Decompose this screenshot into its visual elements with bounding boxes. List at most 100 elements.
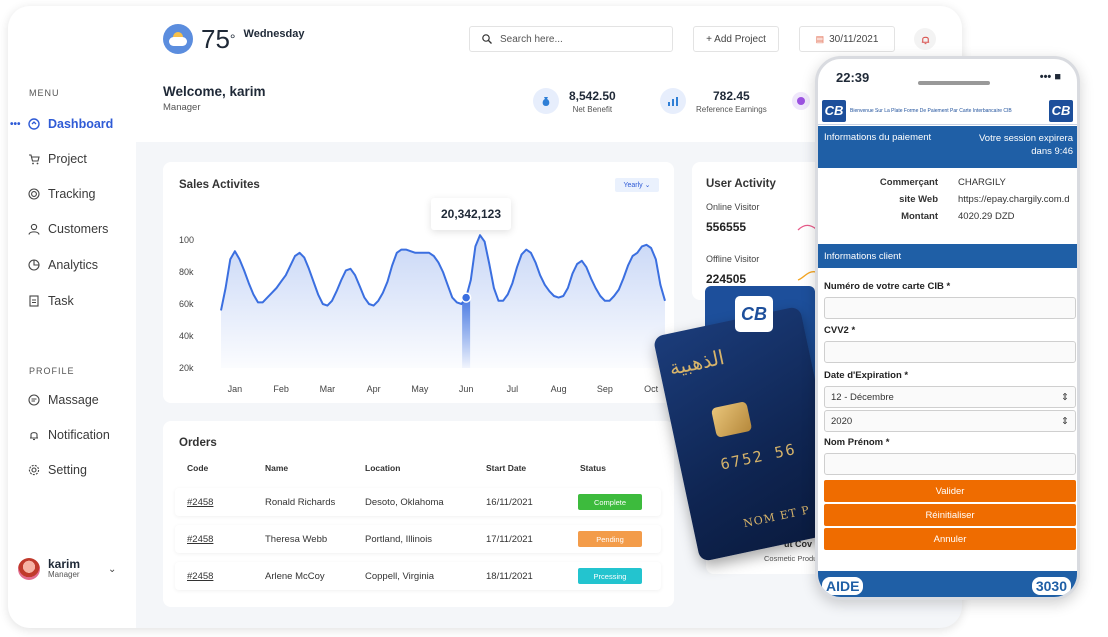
user-activity-card: User Activity Online Visitor 556555 Offl… <box>692 162 827 300</box>
cancel-button[interactable]: Annuler <box>824 528 1076 550</box>
x-tick-label: Jul <box>507 384 519 394</box>
clock-icon <box>792 92 810 110</box>
sidebar-item-notification[interactable]: Notification <box>28 428 110 442</box>
sidebar-item-massage[interactable]: Massage <box>28 393 99 407</box>
sidebar-item-project[interactable]: Project <box>28 152 87 166</box>
x-tick-label: May <box>411 384 429 394</box>
active-indicator: ••• <box>10 119 21 130</box>
user-profile-menu[interactable]: karim Manager ⌄ <box>18 558 116 580</box>
x-tick-label: Apr <box>367 384 381 394</box>
status-badge: Complete <box>578 494 642 510</box>
cart-icon <box>28 153 40 165</box>
task-icon <box>28 295 40 307</box>
order-code[interactable]: #2458 <box>187 571 213 582</box>
col-header-location: Location <box>365 463 401 473</box>
payment-info-title: Informations du paiement <box>824 132 932 143</box>
chip-icon <box>710 401 753 438</box>
payment-info-bar: Informations du paiement Votre session e… <box>818 126 1077 168</box>
temperature: 75° <box>201 24 236 54</box>
order-code[interactable]: #2458 <box>187 497 213 508</box>
highlight-point[interactable] <box>460 292 472 303</box>
phone-mockup: 22:39 ••• ■ CB Bienvenue Sur La Plate Fo… <box>815 56 1080 600</box>
card-number: 6752 56 <box>718 439 799 474</box>
user-activity-title: User Activity <box>706 178 776 190</box>
profile-label: PROFILE <box>29 366 75 376</box>
online-value: 556555 <box>706 220 747 234</box>
orders-title: Orders <box>179 437 217 449</box>
cib-logo: CB <box>1049 99 1073 122</box>
status-badge: Pending <box>578 531 642 547</box>
sidebar-item-analytics[interactable]: Analytics <box>28 258 98 272</box>
date-label: 30/11/2021 <box>829 33 879 45</box>
chevron-down-icon[interactable]: ⌄ <box>108 564 116 575</box>
expiry-year-select[interactable]: 2020 ⇕ <box>824 410 1076 432</box>
help-phone-number[interactable]: 3030 <box>1031 577 1071 595</box>
cib-logo: CB <box>822 99 846 122</box>
x-tick-label: Mar <box>320 384 336 394</box>
table-row[interactable]: #2458 Theresa Webb Portland, Illinois 17… <box>175 525 661 553</box>
sidebar-item-dashboard[interactable]: Dashboard <box>28 117 113 131</box>
order-location: Coppell, Virginia <box>365 571 435 582</box>
welcome-block: Welcome, karim Manager <box>163 84 266 113</box>
table-row[interactable]: #2458 Ronald Richards Desoto, Oklahoma 1… <box>175 488 661 516</box>
offline-label: Offline Visitor <box>706 254 760 264</box>
date-picker[interactable]: ▤ 30/11/2021 <box>799 26 895 52</box>
logo <box>28 16 118 46</box>
help-bar: AIDE 3030 <box>818 571 1077 597</box>
cib-logo: CB <box>735 296 773 332</box>
x-tick-label: Sep <box>597 384 613 394</box>
sidebar: MENU ••• Dashboard Project Tracking Cust… <box>8 6 136 628</box>
reset-button[interactable]: Réinitialiser <box>824 504 1076 526</box>
notification-button[interactable] <box>914 28 936 50</box>
site-key: site Web <box>899 194 938 205</box>
amount-key: Montant <box>901 211 938 222</box>
y-tick-label: 80k <box>179 267 194 277</box>
signal-wifi-battery-icon: ••• ■ <box>1039 71 1061 83</box>
card-number-field[interactable] <box>824 297 1076 319</box>
user-icon <box>28 223 40 235</box>
client-info-title: Informations client <box>824 251 902 262</box>
table-row[interactable]: #2458 Arlene McCoy Coppell, Virginia 18/… <box>175 562 661 590</box>
tracking-icon <box>28 188 40 200</box>
notch-indicator <box>918 81 990 85</box>
stat-label: Reference Earnings <box>696 104 767 114</box>
order-date: 17/11/2021 <box>486 534 533 545</box>
sidebar-item-customers[interactable]: Customers <box>28 222 108 236</box>
message-icon <box>28 394 40 406</box>
cvv-field[interactable] <box>824 341 1076 363</box>
sidebar-item-label: Tracking <box>48 187 96 201</box>
help-link[interactable]: AIDE <box>822 577 864 595</box>
name-label: Nom Prénom * <box>824 437 890 448</box>
sales-card: Sales Activites Yearly ⌄ 100 80k 60k 40k 20k… <box>163 162 674 403</box>
welcome-role: Manager <box>163 102 201 113</box>
bar-chart-icon <box>660 88 686 114</box>
year-value: 2020 <box>831 415 853 427</box>
col-header-start-date: Start Date <box>486 463 527 473</box>
sidebar-item-task[interactable]: Task <box>28 294 74 308</box>
dashboard-icon <box>28 118 40 130</box>
expiry-month-select[interactable]: 12 - Décembre ⇕ <box>824 386 1076 408</box>
x-tick-label: Oct <box>644 384 659 394</box>
card-holder-name: NOM ET P <box>742 503 812 531</box>
col-header-status: Status <box>580 463 606 473</box>
cib-page-header: CB Bienvenue Sur La Plate Forme De Paiem… <box>818 97 1077 125</box>
add-project-button[interactable]: + Add Project <box>693 26 779 52</box>
sidebar-item-setting[interactable]: Setting <box>28 463 87 477</box>
y-tick-label: 40k <box>179 331 194 341</box>
name-field[interactable] <box>824 453 1076 475</box>
highlight-bar <box>462 297 471 368</box>
sidebar-item-label: Project <box>48 152 87 166</box>
sidebar-item-label: Notification <box>48 428 110 442</box>
user-name: karim <box>48 557 81 571</box>
search-input[interactable]: Search here... <box>469 26 673 52</box>
x-tick-label: Jan <box>228 384 243 394</box>
sidebar-item-label: Setting <box>48 463 87 477</box>
month-value: 12 - Décembre <box>831 391 894 403</box>
order-name: Theresa Webb <box>265 534 328 545</box>
validate-button[interactable]: Valider <box>824 480 1076 502</box>
avatar <box>18 558 40 580</box>
order-code[interactable]: #2458 <box>187 534 213 545</box>
y-tick-label: 20k <box>179 363 194 373</box>
order-name: Arlene McCoy <box>265 571 325 582</box>
sidebar-item-tracking[interactable]: Tracking <box>28 187 95 201</box>
